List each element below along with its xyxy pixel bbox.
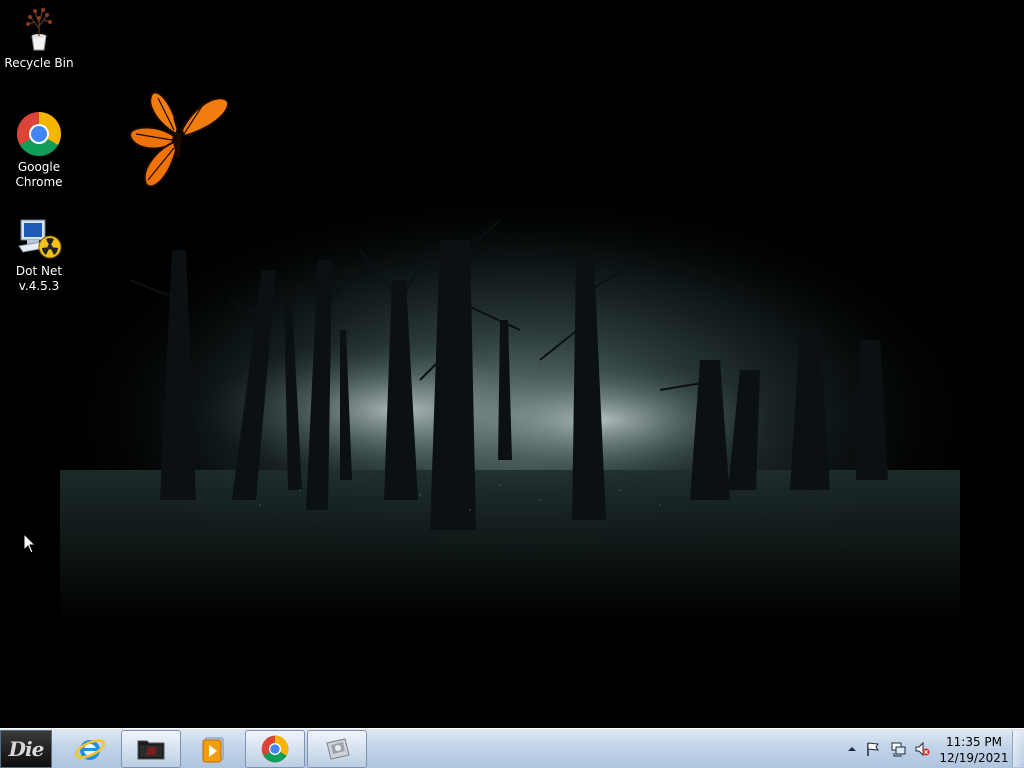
action-center-flag-icon[interactable] [865, 741, 881, 757]
volume-muted-icon[interactable] [914, 741, 930, 757]
taskbar-item-internet-explorer[interactable] [60, 730, 120, 768]
taskbar: Die 11:35 PM 12/19/2021 [0, 728, 1024, 768]
desktop-icon-label: Dot Net v.4.5.3 [15, 264, 63, 293]
clock-time: 11:35 PM [946, 735, 1002, 749]
mouse-cursor-icon [23, 533, 37, 554]
desktop-icon-recycle-bin[interactable]: Recycle Bin [2, 6, 76, 71]
butterfly-icon[interactable] [126, 88, 232, 196]
network-icon[interactable] [890, 741, 906, 757]
taskbar-item-file-explorer[interactable] [121, 730, 181, 768]
clock-date: 12/19/2021 [939, 751, 1009, 765]
start-button-label: Die [8, 737, 45, 761]
taskbar-item-document-scanner[interactable] [307, 730, 367, 768]
chrome-icon [17, 112, 61, 156]
desktop-icon-google-chrome[interactable]: Google Chrome [2, 110, 76, 190]
show-desktop-button[interactable] [1012, 731, 1024, 767]
desktop-icon-dot-net[interactable]: Dot Net v.4.5.3 [2, 214, 76, 294]
dotnet-installer-icon [18, 219, 62, 259]
taskbar-item-media-player[interactable] [183, 730, 243, 768]
start-button[interactable]: Die [0, 730, 52, 768]
show-hidden-icons-arrow[interactable] [844, 741, 860, 757]
taskbar-item-google-chrome[interactable] [245, 730, 305, 768]
internet-explorer-icon [74, 739, 106, 760]
system-clock[interactable]: 11:35 PM 12/19/2021 [938, 734, 1010, 766]
file-explorer-folder-icon [137, 740, 165, 760]
desktop[interactable]: Recycle Bin Google Chrome Dot Net v.4.5.… [0, 0, 1024, 728]
recycle-bin-icon [26, 8, 52, 51]
desktop-icon-label: Google Chrome [15, 160, 63, 189]
chrome-icon [261, 735, 289, 763]
document-scanner-icon [326, 738, 350, 760]
desktop-icon-label: Recycle Bin [4, 56, 74, 70]
media-player-icon [202, 737, 224, 763]
